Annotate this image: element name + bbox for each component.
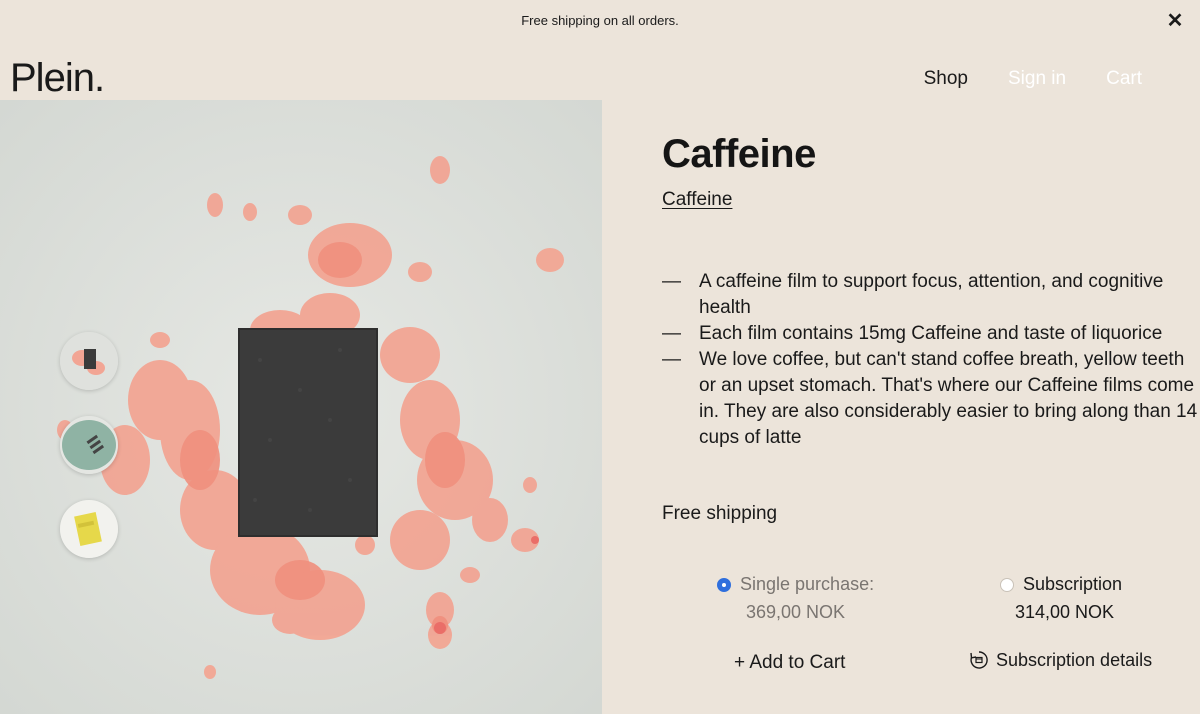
main-nav: Shop Sign in Cart bbox=[924, 68, 1142, 90]
subscription-option[interactable]: Subscription bbox=[1000, 574, 1122, 595]
nav-shop[interactable]: Shop bbox=[924, 68, 968, 90]
subscription-details-label: Subscription details bbox=[996, 649, 1153, 670]
subscription-details-link[interactable]: Subscription details bbox=[968, 649, 1152, 671]
gallery-thumbnails bbox=[60, 332, 118, 558]
subscription-radio[interactable] bbox=[1000, 577, 1014, 592]
feature-item: — We love coffee, but can't stand coffee… bbox=[662, 347, 1198, 451]
feature-text: A caffeine film to support focus, attent… bbox=[699, 271, 1164, 318]
logo[interactable]: Plein. bbox=[10, 56, 105, 101]
feature-text: Each film contains 15mg Caffeine and tas… bbox=[699, 323, 1163, 344]
product-category-link[interactable]: Caffeine bbox=[662, 189, 732, 211]
product-features: — A caffeine film to support focus, atte… bbox=[662, 269, 1198, 451]
purchase-options: Single purchase: 369,00 NOK Subscription… bbox=[662, 574, 1200, 694]
bullet-dash: — bbox=[662, 271, 681, 292]
announcement-text: Free shipping on all orders. bbox=[521, 12, 679, 28]
single-purchase-radio[interactable] bbox=[717, 577, 731, 592]
feature-item: — A caffeine film to support focus, atte… bbox=[662, 269, 1198, 321]
close-icon[interactable]: ✕ bbox=[1164, 9, 1186, 32]
single-purchase-label: Single purchase: bbox=[740, 574, 875, 594]
nav-cart[interactable]: Cart bbox=[1106, 68, 1142, 90]
single-purchase-option[interactable]: Single purchase: bbox=[717, 574, 874, 595]
product-info: Caffeine Caffeine — A caffeine film to s… bbox=[662, 132, 1198, 525]
feature-item: — Each film contains 15mg Caffeine and t… bbox=[662, 321, 1198, 347]
feature-text: We love coffee, but can't stand coffee b… bbox=[699, 349, 1198, 448]
yellow-pouch-thumbnail[interactable] bbox=[60, 500, 118, 558]
bullet-dash: — bbox=[662, 349, 681, 370]
nav-sign-in[interactable]: Sign in bbox=[1008, 68, 1066, 90]
product-title: Caffeine bbox=[662, 132, 816, 176]
announcement-bar: Free shipping on all orders. ✕ bbox=[0, 0, 1200, 40]
shipping-note: Free shipping bbox=[662, 503, 778, 524]
single-purchase-price: 369,00 NOK bbox=[746, 602, 846, 622]
add-to-cart-button[interactable]: + Add to Cart bbox=[734, 652, 845, 674]
subscription-label: Subscription bbox=[1023, 574, 1123, 594]
subscription-refresh-icon bbox=[970, 651, 988, 669]
caffeine-film-thumbnail[interactable] bbox=[60, 332, 118, 390]
subscription-price: 314,00 NOK bbox=[1015, 602, 1115, 622]
film-case-thumbnail[interactable] bbox=[60, 416, 118, 474]
bullet-dash: — bbox=[662, 323, 681, 344]
